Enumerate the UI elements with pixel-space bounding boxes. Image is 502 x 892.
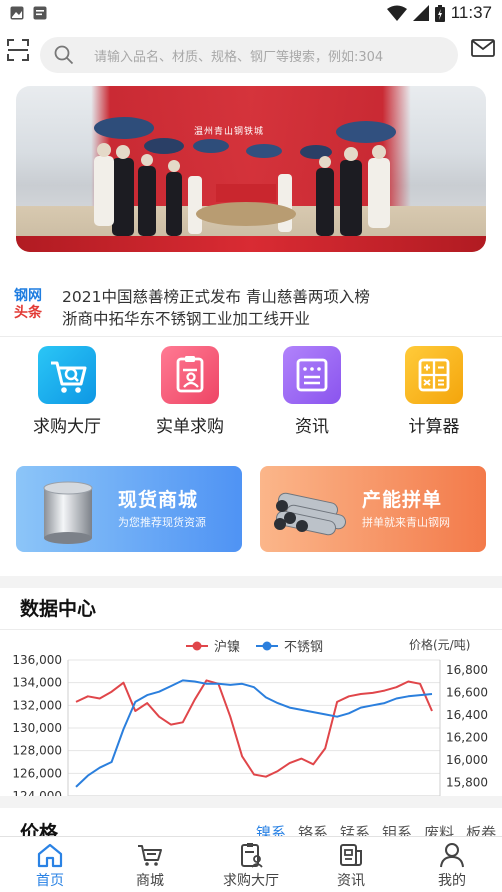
y-right-tick-label: 16,200: [446, 731, 488, 745]
divider: [0, 629, 502, 630]
y-left-tick-label: 126,000: [12, 766, 62, 780]
quick-entry-label: 实单求购: [156, 417, 224, 437]
card-title: 产能拼单: [362, 489, 443, 511]
quick-entry-grid: 求购大厅 实单求购 资讯 计算器: [0, 346, 502, 440]
promo-banner[interactable]: 温州青山钢铁城: [16, 86, 486, 252]
scan-icon[interactable]: [6, 38, 30, 62]
y-left-tick-label: 136,000: [12, 653, 62, 667]
card-title: 现货商城: [118, 489, 199, 511]
nav-mine[interactable]: 我的: [402, 841, 502, 890]
quick-entry-news[interactable]: 资讯: [262, 346, 362, 437]
search-placeholder: 请输入品名、材质、规格、钢厂等搜索，例如:304: [94, 50, 384, 65]
search-header: 请输入品名、材质、规格、钢厂等搜索，例如:304: [0, 26, 502, 84]
bottom-navigation: 首页 商城 求购大厅 资讯 我的: [0, 836, 502, 892]
section-gap: [0, 796, 502, 808]
cart-icon: [138, 845, 162, 866]
status-bar: 11:37: [0, 0, 502, 26]
spot-mall-card[interactable]: 现货商城 为您推荐现货资源: [16, 466, 242, 552]
steel-drum-icon: [43, 481, 93, 544]
banner-ceremony-image: [94, 117, 396, 236]
order-form-icon: [161, 346, 219, 404]
section-gap: [0, 576, 502, 588]
home-content: 温州青山钢铁城 钢网 头条 2021中国慈善榜正式发布 青山慈善两项入榜 浙商中…: [0, 84, 502, 844]
notification-photo-icon: [10, 6, 24, 20]
news-item[interactable]: 2021中国慈善榜正式发布 青山慈善两项入榜: [62, 286, 370, 308]
data-center-title: 数据中心: [20, 598, 97, 620]
divider: [0, 336, 502, 337]
quick-entry-label: 计算器: [408, 417, 460, 437]
y-right-tick-label: 16,800: [446, 663, 488, 677]
headline-logo: 钢网 头条: [14, 288, 42, 321]
nav-label: 首页: [36, 873, 64, 889]
wifi-icon: [386, 5, 407, 21]
legend-marker: [192, 641, 202, 651]
nav-label: 资讯: [337, 873, 365, 889]
card-subtitle: 拼单就来青山钢网: [362, 516, 450, 529]
user-icon: [440, 843, 464, 868]
series-line-nickel: [75, 679, 433, 778]
y-right-tick-label: 15,800: [446, 776, 488, 790]
y-left-tick-label: 124,000: [12, 789, 62, 796]
y-right-tick-label: 16,600: [446, 686, 488, 700]
y-left-tick-label: 132,000: [12, 698, 62, 712]
news-list-icon: [283, 346, 341, 404]
quick-entry-calculator[interactable]: 计算器: [384, 346, 484, 437]
legend-label: 不锈钢: [284, 640, 323, 655]
quick-entry-purchase-hall[interactable]: 求购大厅: [17, 346, 117, 437]
legend-marker: [262, 641, 272, 651]
calculator-icon: [405, 346, 463, 404]
news-item[interactable]: 浙商中拓华东不锈钢工业加工线开业: [62, 308, 370, 330]
capacity-group-card[interactable]: 产能拼单 拼单就来青山钢网: [260, 466, 486, 552]
nav-purchase-hall[interactable]: 求购大厅: [201, 841, 301, 890]
nav-mall[interactable]: 商城: [100, 841, 200, 890]
y-left-tick-label: 130,000: [12, 721, 62, 735]
cart-icon: [38, 346, 96, 404]
battery-icon: [434, 4, 445, 22]
card-subtitle: 为您推荐现货资源: [118, 516, 206, 529]
y-left-tick-label: 134,000: [12, 676, 62, 690]
news-ticker[interactable]: 钢网 头条 2021中国慈善榜正式发布 青山慈善两项入榜 浙商中拓华东不锈钢工业…: [0, 274, 502, 334]
search-input[interactable]: 请输入品名、材质、规格、钢厂等搜索，例如:304: [40, 37, 458, 73]
quick-entry-real-order[interactable]: 实单求购: [140, 346, 240, 437]
clock: 11:37: [450, 3, 492, 22]
price-trend-chart-svg: 沪镍 不锈钢 价格(元/吨) 136,000 134,000 132,000 130,000…: [12, 637, 488, 819]
y-right-tick-label: 16,400: [446, 708, 488, 722]
y-right-tick-label: 16,000: [446, 753, 488, 767]
y-right-axis-label: 价格(元/吨): [409, 637, 470, 652]
quick-entry-label: 资讯: [295, 417, 329, 437]
home-icon: [37, 843, 63, 868]
price-trend-chart[interactable]: 沪镍 不锈钢 价格(元/吨) 136,000 134,000 132,000 130,000…: [0, 636, 502, 819]
y-left-tick-label: 128,000: [12, 744, 62, 758]
quick-entry-label: 求购大厅: [33, 417, 101, 437]
legend-label: 沪镍: [214, 639, 240, 655]
purchase-hall-icon: [241, 843, 263, 868]
nav-news[interactable]: 资讯: [301, 841, 401, 890]
mail-icon[interactable]: [471, 39, 495, 57]
nav-label: 我的: [438, 873, 466, 889]
nav-label: 求购大厅: [223, 873, 279, 889]
signal-icon: [412, 5, 429, 21]
nav-home[interactable]: 首页: [0, 841, 100, 890]
nav-label: 商城: [136, 873, 164, 889]
notification-message-icon: [33, 6, 47, 20]
news-icon: [340, 844, 362, 866]
search-icon: [54, 45, 74, 65]
steel-pipes-icon: [274, 492, 346, 536]
news-lines: 2021中国慈善榜正式发布 青山慈善两项入榜 浙商中拓华东不锈钢工业加工线开业: [62, 286, 370, 330]
